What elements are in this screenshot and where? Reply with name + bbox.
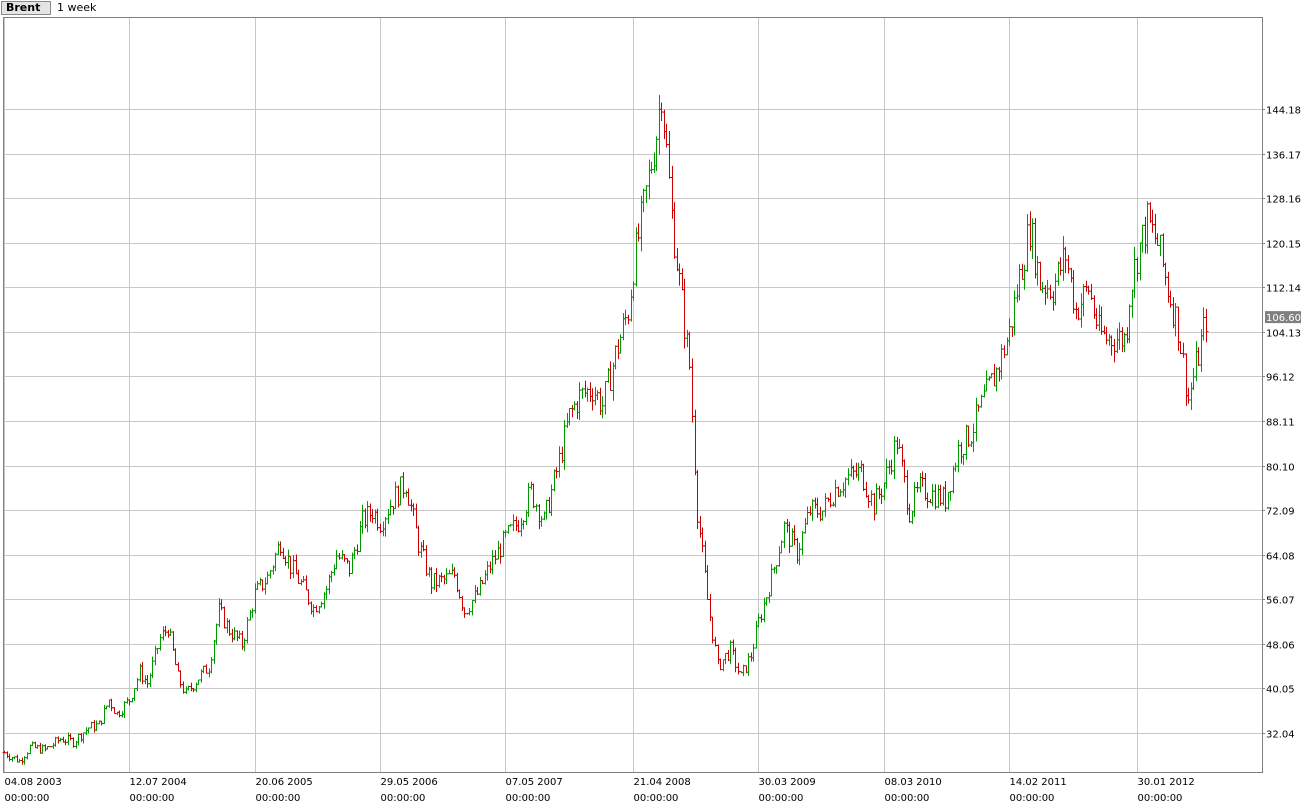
- y-tick-label: 120.15: [1266, 240, 1301, 251]
- y-tick-label: 56.07: [1266, 596, 1295, 607]
- y-tick-label: 136.17: [1266, 151, 1301, 162]
- x-tick-time: 00:00:00: [130, 793, 175, 804]
- y-tick-label: 48.06: [1266, 641, 1295, 652]
- y-tick-label: 128.16: [1266, 195, 1301, 206]
- y-axis: 32.04 40.05 48.06 56.07 64.08 72.09 80.10 88.11…: [1262, 106, 1301, 741]
- x-tick-time: 00:00:00: [634, 793, 679, 804]
- x-tick-time: 00:00:00: [1010, 793, 1055, 804]
- x-tick-date: 30.01 2012: [1138, 777, 1195, 788]
- x-tick-date: 29.05 2006: [381, 777, 438, 788]
- y-tick-label: 80.10: [1266, 463, 1295, 474]
- x-tick-date: 30.03 2009: [759, 777, 816, 788]
- x-tick-time: 00:00:00: [381, 793, 426, 804]
- y-tick-label: 112.14: [1266, 284, 1301, 295]
- x-tick-date: 20.06 2005: [256, 777, 313, 788]
- x-tick-time: 00:00:00: [885, 793, 930, 804]
- x-tick-time: 00:00:00: [759, 793, 804, 804]
- x-tick-time: 00:00:00: [1138, 793, 1183, 804]
- x-tick-date: 07.05 2007: [506, 777, 563, 788]
- y-tick-label: 104.13: [1266, 329, 1301, 340]
- y-tick-label: 72.09: [1266, 507, 1295, 518]
- x-tick-date: 14.02 2011: [1010, 777, 1067, 788]
- y-tick-label: 64.08: [1266, 552, 1295, 563]
- y-tick-label: 88.11: [1266, 418, 1295, 429]
- x-tick-time: 00:00:00: [5, 793, 50, 804]
- price-chart[interactable]: 32.04 40.05 48.06 56.07 64.08 72.09 80.10 88.11…: [0, 0, 1307, 805]
- y-tick-label: 144.18: [1266, 106, 1301, 117]
- last-price-label: 106.60: [1266, 313, 1301, 324]
- x-tick-date: 08.03 2010: [885, 777, 942, 788]
- x-tick-date: 12.07 2004: [130, 777, 187, 788]
- y-tick-label: 96.12: [1266, 373, 1295, 384]
- x-axis: 04.08 2003 00:00:00 12.07 2004 00:00:00 20.0…: [5, 777, 1195, 804]
- x-tick-time: 00:00:00: [256, 793, 301, 804]
- y-tick-label: 32.04: [1266, 730, 1295, 741]
- x-tick-date: 04.08 2003: [5, 777, 62, 788]
- last-price-marker: 106.60: [1265, 311, 1301, 324]
- x-tick-date: 21.04 2008: [634, 777, 691, 788]
- x-tick-time: 00:00:00: [506, 793, 551, 804]
- y-tick-label: 40.05: [1266, 685, 1295, 696]
